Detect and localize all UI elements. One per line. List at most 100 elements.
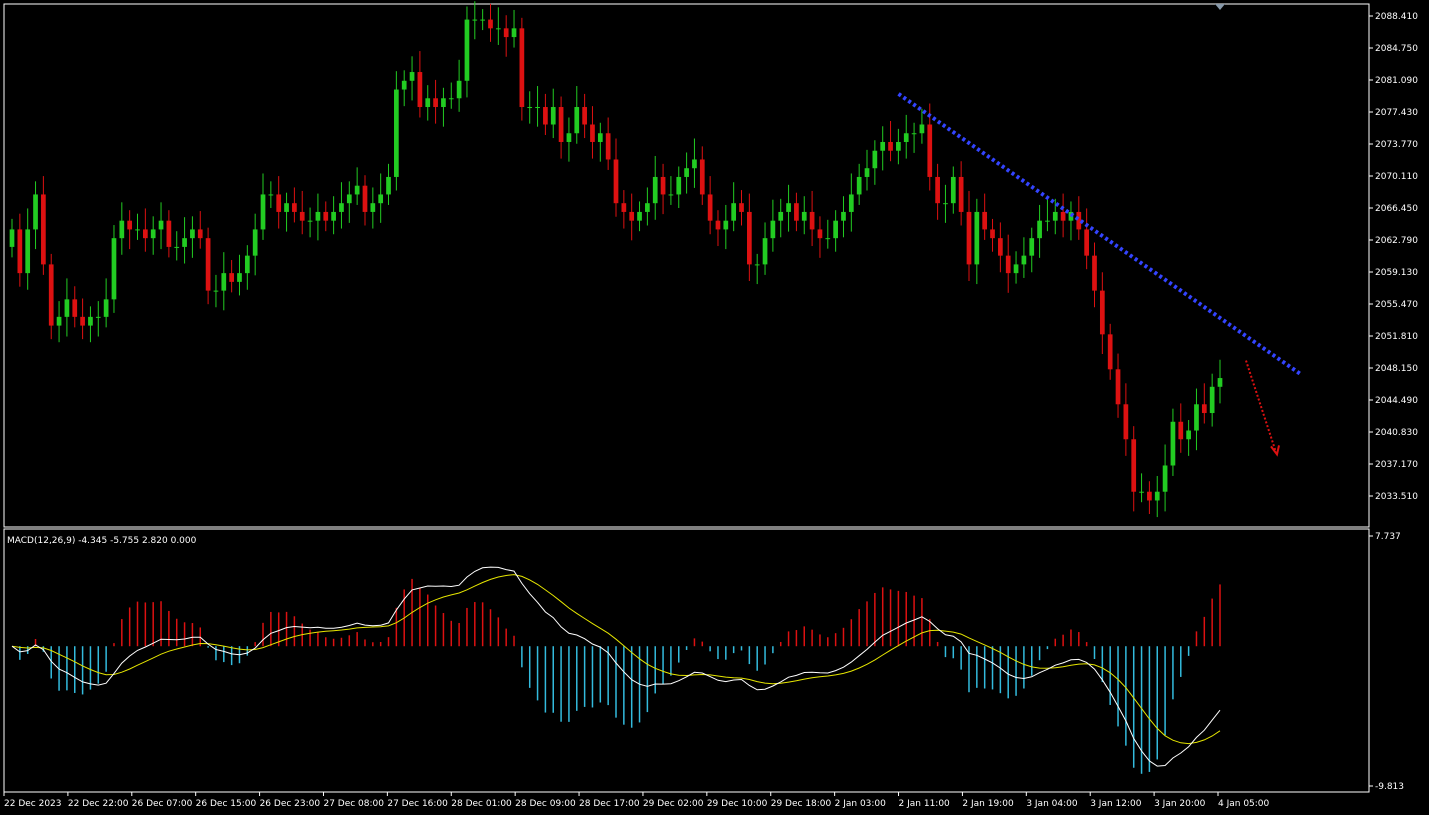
candle-body xyxy=(103,299,109,317)
candle-body xyxy=(433,98,438,108)
trading-chart[interactable]: 2088.410 2084.750 2081.090 2077.430 2073.770… xyxy=(0,0,1429,815)
candle-body xyxy=(629,211,635,221)
price-tick-label: 2044.490 xyxy=(1375,396,1418,406)
candle-body xyxy=(417,72,423,108)
price-tick-label: 2088.410 xyxy=(1375,12,1418,22)
time-tick-label: 28 Dec 17:00 xyxy=(579,799,640,809)
candle-body xyxy=(25,229,31,274)
time-tick-label: 2 Jan 03:00 xyxy=(835,799,887,809)
candle-body xyxy=(244,255,250,274)
candle-body xyxy=(715,220,721,230)
candle-body xyxy=(645,203,650,212)
candle-body xyxy=(574,107,580,134)
time-tick-label: 4 Jan 05:00 xyxy=(1218,799,1270,809)
candle-body xyxy=(1154,491,1160,501)
time-tick-label: 22 Dec 2023 xyxy=(4,799,62,809)
candle-body xyxy=(323,211,329,221)
price-tick-label: 2055.470 xyxy=(1375,300,1418,310)
candle-body xyxy=(331,211,336,221)
candle-body xyxy=(1131,439,1137,492)
candle-body xyxy=(1201,404,1207,414)
candle-body xyxy=(778,211,784,221)
candle-body xyxy=(621,203,627,212)
candle-body xyxy=(1084,229,1090,256)
candle-body xyxy=(48,264,54,326)
time-tick-label: 27 Dec 16:00 xyxy=(387,799,448,809)
candle-body xyxy=(480,19,486,21)
candle-body xyxy=(315,211,321,221)
candle-body xyxy=(848,194,854,212)
chart-background xyxy=(0,0,1429,815)
price-tick-label: 2077.430 xyxy=(1375,108,1418,118)
candle-body xyxy=(150,229,156,239)
time-tick-label: 29 Dec 10:00 xyxy=(707,799,768,809)
candle-body xyxy=(1052,211,1058,221)
candle-body xyxy=(519,28,525,108)
candle-body xyxy=(888,141,893,151)
candle-body xyxy=(237,273,242,282)
candle-body xyxy=(378,194,384,204)
candle-body xyxy=(56,316,62,326)
candle-body xyxy=(794,203,799,221)
candle-body xyxy=(174,246,180,248)
candle-body xyxy=(668,194,674,196)
candle-body xyxy=(660,176,666,195)
price-tick-label: 2033.510 xyxy=(1375,492,1418,502)
candle-body xyxy=(190,229,195,239)
candle-body xyxy=(182,238,187,247)
candle-body xyxy=(268,194,274,196)
candle-body xyxy=(354,185,360,195)
candle-body xyxy=(684,168,689,177)
candle-body xyxy=(1217,378,1223,387)
candle-body xyxy=(543,107,548,125)
candle-body xyxy=(754,264,760,266)
candle-body xyxy=(1209,386,1215,414)
candle-body xyxy=(1029,238,1035,256)
candle-body xyxy=(958,176,964,212)
candle-body xyxy=(864,168,870,177)
candle-body xyxy=(72,299,78,317)
candle-body xyxy=(558,107,564,142)
candle-body xyxy=(872,150,878,169)
candle-body xyxy=(339,203,344,212)
candle-body xyxy=(809,211,815,230)
candle-body xyxy=(252,229,258,256)
candle-body xyxy=(676,176,682,195)
candle-body xyxy=(229,273,234,282)
time-tick-label: 28 Dec 09:00 xyxy=(515,799,576,809)
candle-body xyxy=(401,80,407,90)
candle-body xyxy=(613,159,619,204)
candle-body xyxy=(307,220,313,222)
candle-body xyxy=(527,107,533,109)
time-tick-label: 3 Jan 04:00 xyxy=(1026,799,1078,809)
time-tick-label: 2 Jan 11:00 xyxy=(899,799,951,809)
candle-body xyxy=(739,203,744,212)
price-tick-label: 2081.090 xyxy=(1375,76,1418,86)
candle-body xyxy=(1076,211,1082,230)
candle-body xyxy=(1147,491,1152,501)
candle-body xyxy=(1123,404,1129,440)
candle-body xyxy=(1045,220,1050,222)
candle-body xyxy=(346,194,352,204)
candle-body xyxy=(260,194,266,230)
price-tick-label: 2048.150 xyxy=(1375,364,1418,374)
candle-body xyxy=(386,176,391,195)
candle-body xyxy=(935,176,940,204)
candle-body xyxy=(142,229,148,239)
candle-body xyxy=(464,19,470,81)
candle-body xyxy=(299,211,305,221)
time-tick-label: 26 Dec 07:00 xyxy=(132,799,193,809)
time-tick-label: 3 Jan 12:00 xyxy=(1090,799,1142,809)
candle-body xyxy=(409,72,415,81)
candle-body xyxy=(966,211,972,265)
candle-body xyxy=(213,290,219,292)
candle-body xyxy=(17,229,23,274)
candle-body xyxy=(158,220,164,230)
candle-body xyxy=(927,124,933,177)
candle-body xyxy=(1099,290,1105,335)
candle-body xyxy=(825,238,831,240)
candle-body xyxy=(284,203,289,212)
candle-body xyxy=(425,98,431,108)
candle-body xyxy=(597,133,603,142)
time-tick-label: 2 Jan 19:00 xyxy=(962,799,1014,809)
